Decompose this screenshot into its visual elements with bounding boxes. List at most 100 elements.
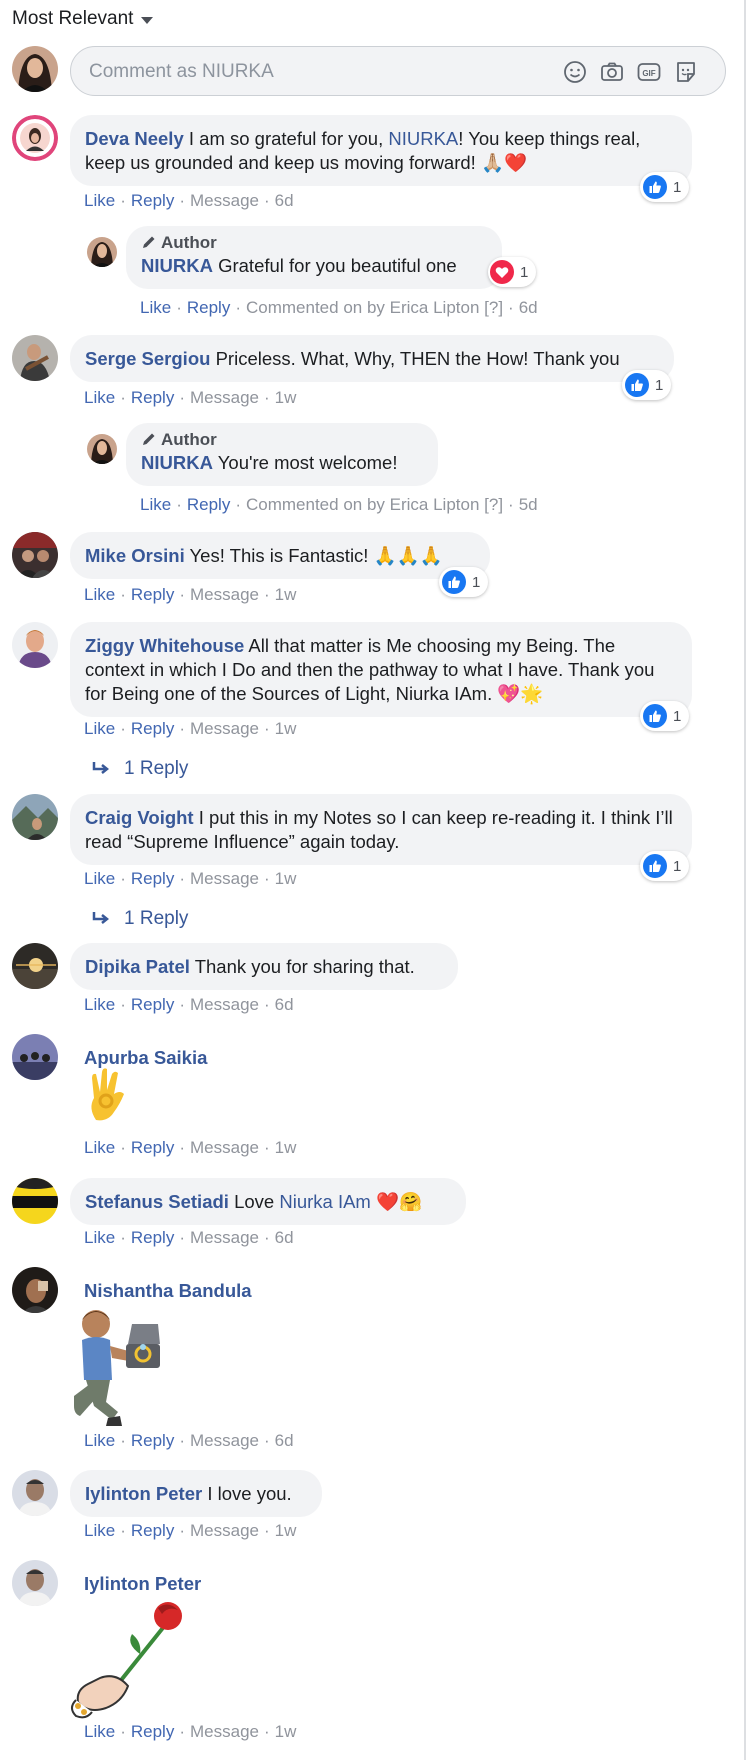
avatar[interactable]	[12, 532, 58, 578]
like-link[interactable]: Like	[84, 869, 115, 888]
reply-author-name[interactable]: NIURKA	[141, 255, 213, 276]
comment-author-name[interactable]: Iylinton Peter	[84, 1573, 201, 1595]
like-link[interactable]: Like	[84, 1431, 115, 1450]
avatar[interactable]	[12, 622, 58, 668]
avatar[interactable]	[12, 115, 58, 161]
gif-icon[interactable]: GIF	[636, 59, 662, 85]
comment-timestamp[interactable]: 6d	[275, 191, 294, 210]
like-link[interactable]: Like	[84, 1521, 115, 1540]
avatar[interactable]	[12, 1267, 58, 1313]
reaction-count[interactable]: 1	[622, 370, 672, 400]
reply-link[interactable]: Reply	[131, 1722, 174, 1741]
message-link[interactable]: Message	[190, 869, 259, 888]
comment-author-name[interactable]: Nishantha Bandula	[84, 1280, 252, 1302]
sticker-icon[interactable]	[673, 59, 699, 85]
reply-author-name[interactable]: NIURKA	[141, 452, 213, 473]
reply-link[interactable]: Reply	[131, 995, 174, 1014]
message-link[interactable]: Message	[190, 719, 259, 738]
message-link[interactable]: Message	[190, 1722, 259, 1741]
reply-timestamp[interactable]: 6d	[519, 298, 538, 317]
message-link[interactable]: Message	[190, 1521, 259, 1540]
message-link[interactable]: Message	[190, 191, 259, 210]
reply-link[interactable]: Reply	[131, 869, 174, 888]
like-link[interactable]: Like	[140, 298, 171, 317]
avatar[interactable]	[12, 794, 58, 840]
reply-link[interactable]: Reply	[187, 495, 230, 514]
view-replies-link[interactable]: 1 Reply	[92, 758, 188, 780]
comment-bubble: Iylinton Peter I love you.	[70, 1470, 322, 1517]
like-link[interactable]: Like	[84, 1228, 115, 1247]
reaction-count-value: 1	[472, 573, 481, 591]
comment-author-name[interactable]: Iylinton Peter	[85, 1483, 202, 1504]
reply-link[interactable]: Reply	[131, 1431, 174, 1450]
reaction-count[interactable]: 1	[640, 851, 690, 881]
avatar[interactable]	[12, 335, 58, 381]
comment-mention[interactable]: Niurka IAm	[279, 1191, 371, 1212]
comment-actions: Like · Reply · Message · 1w	[84, 1521, 297, 1540]
author-badge: Author	[141, 232, 486, 254]
comment-timestamp[interactable]: 1w	[275, 869, 297, 888]
like-link[interactable]: Like	[140, 495, 171, 514]
reply-text: Grateful for you beautiful one	[212, 255, 457, 276]
reaction-count[interactable]: 1	[439, 567, 489, 597]
avatar-author[interactable]	[87, 237, 117, 267]
smiley-icon[interactable]	[562, 59, 588, 85]
avatar[interactable]	[12, 943, 58, 989]
reaction-count[interactable]: 1	[640, 701, 690, 731]
reply-link[interactable]: Reply	[131, 1521, 174, 1540]
camera-icon[interactable]	[599, 59, 625, 85]
reply-link[interactable]: Reply	[131, 1138, 174, 1157]
comment-timestamp[interactable]: 1w	[275, 1521, 297, 1540]
avatar[interactable]	[12, 1178, 58, 1224]
message-link[interactable]: Message	[190, 1431, 259, 1450]
reply-link[interactable]: Reply	[131, 1228, 174, 1247]
comment-timestamp[interactable]: 6d	[275, 1228, 294, 1247]
comment-author-name[interactable]: Dipika Patel	[85, 956, 190, 977]
comment-timestamp[interactable]: 1w	[275, 1722, 297, 1741]
comment-author-name[interactable]: Mike Orsini	[85, 545, 185, 566]
view-replies-link[interactable]: 1 Reply	[92, 908, 188, 930]
like-link[interactable]: Like	[84, 719, 115, 738]
author-reply-bubble: Author NIURKA You're most welcome!	[126, 423, 438, 486]
like-link[interactable]: Like	[84, 995, 115, 1014]
avatar[interactable]	[12, 1470, 58, 1516]
like-link[interactable]: Like	[84, 585, 115, 604]
comment-timestamp[interactable]: 1w	[275, 585, 297, 604]
comment-timestamp[interactable]: 6d	[275, 995, 294, 1014]
help-link[interactable]: [?]	[484, 495, 503, 514]
comment-author-name[interactable]: Deva Neely	[85, 128, 184, 149]
comment-timestamp[interactable]: 1w	[275, 388, 297, 407]
like-link[interactable]: Like	[84, 191, 115, 210]
avatar[interactable]	[12, 1034, 58, 1080]
reply-link[interactable]: Reply	[131, 388, 174, 407]
comment-timestamp[interactable]: 6d	[275, 1431, 294, 1450]
comment-timestamp[interactable]: 1w	[275, 719, 297, 738]
help-link[interactable]: [?]	[484, 298, 503, 317]
avatar[interactable]	[12, 1560, 58, 1606]
comment-author-name[interactable]: Serge Sergiou	[85, 348, 210, 369]
comment-author-name[interactable]: Ziggy Whitehouse	[85, 635, 244, 656]
comment-composer[interactable]: Comment as NIURKA GIF	[70, 46, 726, 96]
like-link[interactable]: Like	[84, 1138, 115, 1157]
like-link[interactable]: Like	[84, 1722, 115, 1741]
comment-text: I love you.	[202, 1483, 292, 1504]
sort-dropdown[interactable]: Most Relevant	[12, 8, 154, 30]
reply-link[interactable]: Reply	[131, 719, 174, 738]
reply-timestamp[interactable]: 5d	[519, 495, 538, 514]
message-link[interactable]: Message	[190, 1228, 259, 1247]
comment-author-name[interactable]: Craig Voight	[85, 807, 194, 828]
avatar-author[interactable]	[87, 434, 117, 464]
comment-author-name[interactable]: Stefanus Setiadi	[85, 1191, 229, 1212]
reply-link[interactable]: Reply	[131, 191, 174, 210]
message-link[interactable]: Message	[190, 995, 259, 1014]
message-link[interactable]: Message	[190, 1138, 259, 1157]
comment-timestamp[interactable]: 1w	[275, 1138, 297, 1157]
reaction-count[interactable]: 1	[640, 172, 690, 202]
reaction-count[interactable]: 1	[488, 257, 537, 287]
message-link[interactable]: Message	[190, 585, 259, 604]
like-link[interactable]: Like	[84, 388, 115, 407]
reply-link[interactable]: Reply	[131, 585, 174, 604]
comment-mention[interactable]: NIURKA	[388, 128, 458, 149]
message-link[interactable]: Message	[190, 388, 259, 407]
reply-link[interactable]: Reply	[187, 298, 230, 317]
